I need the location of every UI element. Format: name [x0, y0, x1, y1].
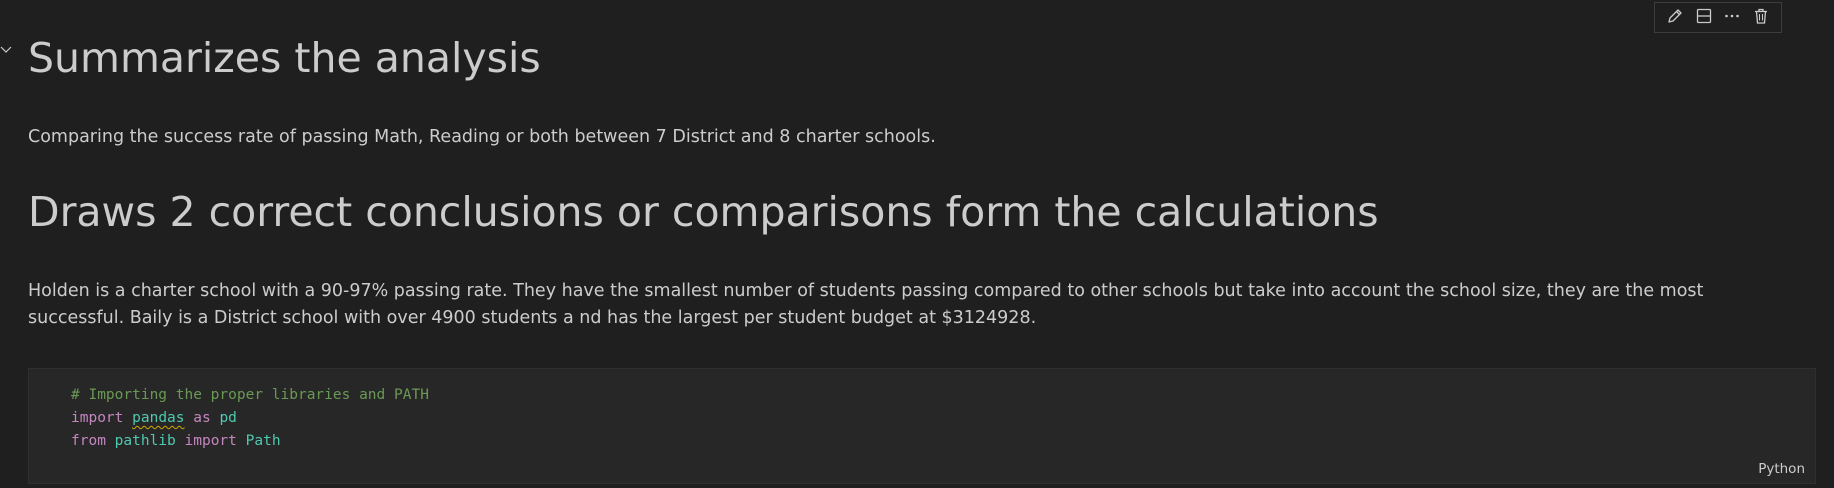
- pencil-icon: [1666, 7, 1684, 29]
- more-icon: [1723, 7, 1741, 29]
- edit-button[interactable]: [1663, 6, 1687, 30]
- class-path: Path: [245, 433, 281, 449]
- paragraph-conclusions: Holden is a charter school with a 90-97%…: [28, 281, 1704, 328]
- split-cell-button[interactable]: [1692, 6, 1716, 30]
- code-comment: # Importing the proper libraries and PAT…: [71, 387, 429, 403]
- keyword-as: as: [193, 410, 211, 426]
- split-cell-icon: [1695, 7, 1713, 29]
- keyword-from: from: [71, 433, 106, 449]
- delete-cell-button[interactable]: [1749, 6, 1773, 30]
- cell-toolbar: [1654, 2, 1782, 33]
- chevron-down-icon[interactable]: [0, 40, 12, 53]
- module-pathlib: pathlib: [114, 433, 176, 449]
- trash-icon: [1752, 7, 1770, 29]
- keyword-import: import: [71, 410, 124, 426]
- heading-conclusions: Draws 2 correct conclusions or compariso…: [28, 188, 1379, 236]
- paragraph-comparison: Comparing the success rate of passing Ma…: [28, 127, 936, 147]
- language-selector[interactable]: Python: [1758, 461, 1805, 477]
- keyword-import: import: [184, 433, 237, 449]
- heading-summarizes: Summarizes the analysis: [28, 34, 541, 82]
- code-cell[interactable]: # Importing the proper libraries and PAT…: [28, 368, 1816, 484]
- alias-pd: pd: [219, 410, 237, 426]
- module-pandas: pandas: [132, 410, 185, 426]
- markdown-cell[interactable]: Summarizes the analysis Comparing the su…: [0, 0, 1834, 360]
- code-editor[interactable]: # Importing the proper libraries and PAT…: [71, 384, 429, 453]
- more-actions-button[interactable]: [1720, 6, 1744, 30]
